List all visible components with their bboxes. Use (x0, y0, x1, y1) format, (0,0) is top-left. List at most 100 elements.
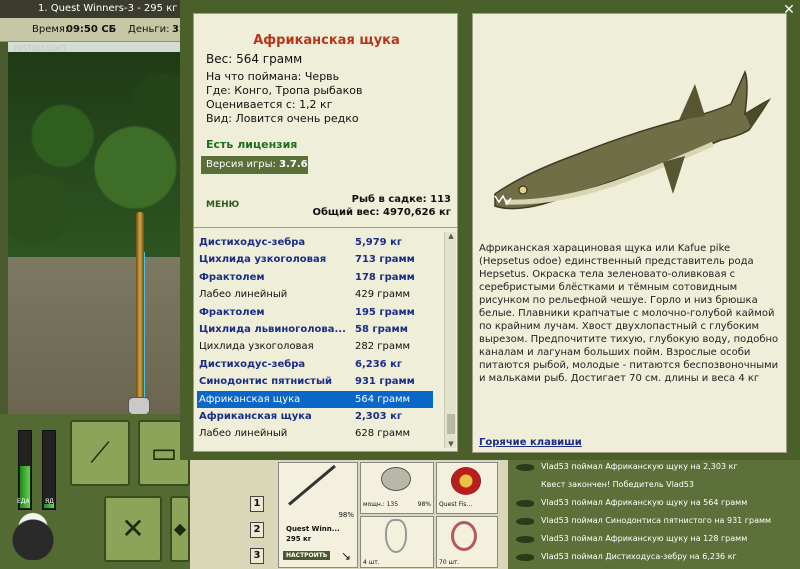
fish-body (494, 70, 772, 210)
catch-list-item[interactable]: Дистиходус-зебра 5,979 кг (197, 234, 433, 251)
food-button[interactable]: ✕ (104, 496, 162, 562)
fish-kind: Вид: Ловится очень редко (206, 112, 359, 125)
log-row: Vlad53 поймал Дистиходуса-зебру на 6,236… (508, 548, 800, 566)
catch-list-item[interactable]: Дистиходус-зебра 6,236 кг (197, 356, 433, 373)
catch-fish-name: Цихлида львиноголова... (199, 324, 346, 335)
slot-number-3[interactable]: 3 (250, 548, 264, 564)
bait-slot[interactable]: 70 шт. (436, 516, 498, 568)
catch-fish-name: Дистиходус-зебра (199, 237, 306, 248)
catch-list-item[interactable]: Цихлида узкоголовая 713 грамм (197, 251, 433, 268)
rod-slot[interactable]: 98% Quest Winn... 295 кг НАСТРОИТЬ ↘ (278, 462, 358, 568)
rods-button[interactable]: ⟋ (70, 420, 130, 486)
fish-icon (516, 464, 534, 471)
line-name: Quest Fis... (439, 501, 473, 508)
fish-description-panel: Африканская харациновая щука или Kafue p… (472, 13, 787, 453)
version-label: Версия игры: (206, 159, 276, 170)
catch-list-item[interactable]: Фрактолем 178 грамм (197, 269, 433, 286)
scroll-up-icon[interactable]: ▲ (447, 232, 455, 240)
fish-button[interactable]: ◆ (170, 496, 190, 562)
catch-fish-name: Цихлида узкоголовая (199, 254, 327, 266)
cauldron-icon[interactable] (6, 510, 60, 560)
line-spool-icon (451, 467, 481, 495)
list-scrollbar[interactable]: ▲ ▼ (444, 232, 456, 448)
reel-slot[interactable]: мощн.: 135 98% (360, 462, 434, 514)
fish-description: Африканская харациновая щука или Kafue p… (479, 243, 779, 384)
fish-icon (516, 518, 534, 525)
line-slot[interactable]: Quest Fis... (436, 462, 498, 514)
fish-eye (518, 185, 528, 195)
catch-fish-name: Синодонтис пятнистый (199, 376, 333, 388)
fish-price: Оценивается с: 1,2 кг (206, 98, 333, 111)
slot-number-2[interactable]: 2 (250, 522, 264, 538)
fish-icon (516, 500, 534, 507)
catch-list-item[interactable]: Цихлида львиноголова... 58 грамм (197, 321, 433, 338)
menu-button[interactable]: МЕНЮ (206, 200, 239, 210)
fishing-line (144, 252, 145, 402)
rod-slot-icon (288, 464, 336, 506)
catch-fish-name: Цихлида узкоголовая (199, 341, 314, 353)
fishing-scene[interactable]: INSTALLSOFT (8, 42, 190, 414)
catch-list-item[interactable]: Цихлида узкоголовая 282 грамм (197, 338, 433, 355)
hotkeys-link[interactable]: Горячие клавиши (479, 437, 582, 448)
fish-icon (516, 536, 534, 543)
rod-slot-weight: 295 кг (286, 535, 312, 543)
fish-icon (516, 554, 534, 561)
fish-bait: На что поймана: Червь (206, 70, 340, 83)
fish-illustration (494, 70, 772, 210)
catch-fish-name: Африканская щука (199, 411, 312, 422)
catch-fish-weight: 628 грамм (355, 428, 411, 440)
fish-info-dialog: ✕ Африканская щука Вес: 564 грамм На что… (180, 0, 800, 460)
bait-count: 70 шт. (439, 559, 460, 566)
catch-fish-weight: 58 грамм (355, 324, 408, 335)
fish-fin-bottom (663, 156, 685, 194)
catch-list-item[interactable]: Лабео линейный 628 грамм (197, 425, 433, 442)
fish-place: Где: Конго, Тропа рыбаков (206, 84, 363, 97)
catch-fish-name: Дистиходус-зебра (199, 358, 306, 370)
fish-weight: Вес: 564 грамм (206, 52, 303, 66)
log-row: Vlad53 поймал Африканскую щуку на 128 гр… (508, 530, 800, 548)
tackle-box-icon: ▭ (150, 436, 178, 469)
hook-slot[interactable]: 4 шт. (360, 516, 434, 568)
fishing-rod[interactable] (136, 212, 144, 414)
catch-list-item-selected[interactable]: Африканская щука 564 грамм (197, 390, 433, 408)
catch-fish-name: Фрактолем (199, 271, 265, 283)
jungle-trees (8, 52, 190, 262)
fish-info-panel: Африканская щука Вес: 564 грамм На что п… (193, 13, 458, 228)
catch-list-item[interactable]: Синодонтис пятнистый 931 грамм (197, 373, 433, 390)
money-label: Деньги: (128, 24, 170, 35)
game-version: Версия игры: 3.7.6 (201, 156, 308, 174)
keep-net-total-weight: Общий вес: 4970,626 кг (312, 207, 451, 218)
catch-list-item[interactable]: Лабео линейный 429 грамм (197, 286, 433, 303)
log-row: Квест закончен! Победитель Vlad53 (541, 480, 694, 489)
catch-fish-name: Лабео линейный (199, 289, 288, 301)
status-bar: Время: 09:50 СБ Деньги: 32 (0, 18, 190, 42)
catch-fish-weight: 564 грамм (355, 393, 411, 405)
log-row: Vlad53 поймал Синодонтиса пятнистого на … (508, 512, 800, 530)
catch-list[interactable]: Дистиходус-зебра 5,979 кг Цихлида узкоголо… (193, 227, 458, 452)
catch-fish-weight: 429 грамм (355, 289, 411, 301)
watermark: INSTALLSOFT (14, 44, 67, 53)
setup-button[interactable]: НАСТРОИТЬ (283, 551, 331, 560)
scroll-down-icon[interactable]: ▼ (447, 440, 455, 448)
rod-icon: ⟋ (90, 436, 110, 469)
rod-slot-percent: 98% (338, 511, 354, 519)
event-log: Vlad53 поймал Африканскую щуку на 2,303 … (508, 458, 800, 569)
food-meter-label: ЕДА (17, 498, 30, 505)
cursor-arrow-icon: ↘ (341, 549, 352, 563)
version-value: 3.7.6 (279, 159, 308, 170)
catch-fish-weight: 713 грамм (355, 254, 415, 266)
catch-list-item[interactable]: Африканская щука 2,303 кг (197, 408, 433, 425)
catch-fish-name: Африканская щука (199, 393, 301, 405)
hook-icon (385, 519, 407, 553)
log-row: Vlad53 поймал Африканскую щуку на 2,303 … (508, 458, 800, 476)
keep-net-count: Рыб в садке: 113 (351, 194, 451, 205)
log-row: Vlad53 поймал Африканскую щуку на 564 гр… (508, 494, 800, 512)
catch-list-item[interactable]: Фрактолем 195 грамм (197, 304, 433, 321)
hook-count: 4 шт. (363, 559, 380, 566)
scroll-thumb[interactable] (447, 414, 455, 434)
fishing-reel (128, 397, 150, 414)
slot-number-1[interactable]: 1 (250, 496, 264, 512)
poison-meter-label: ЯД (45, 498, 54, 505)
reel-icon (381, 467, 411, 491)
license-status: Есть лицензия (206, 138, 298, 151)
